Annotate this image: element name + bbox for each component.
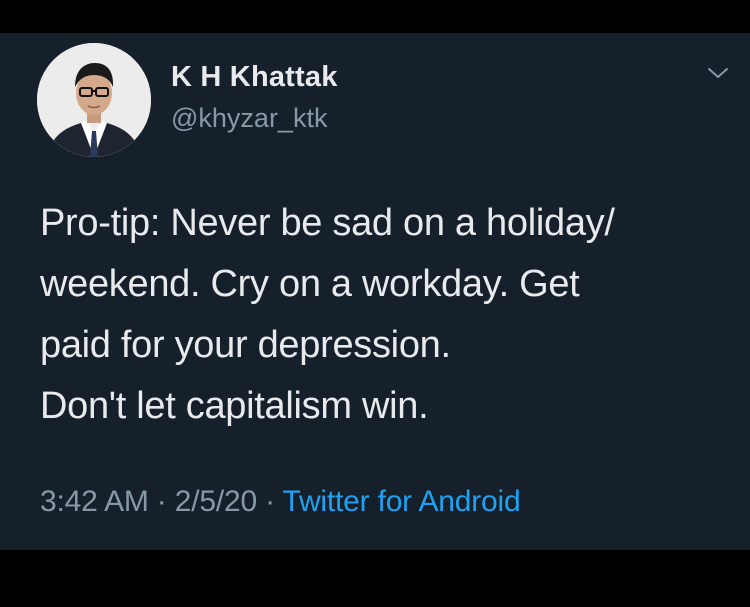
tweet-text-line: Don't let capitalism win. — [40, 385, 429, 427]
chevron-down-icon[interactable] — [704, 63, 732, 83]
tweet-card: K H Khattak @khyzar_ktk Pro-tip: Never b… — [0, 33, 750, 550]
screenshot-frame: K H Khattak @khyzar_ktk Pro-tip: Never b… — [0, 0, 750, 607]
tweet-text-line: Pro-tip: Never be sad on a holiday/ — [40, 202, 615, 244]
profile-photo-icon — [37, 43, 151, 157]
meta-separator: · — [256, 485, 283, 518]
tweet-time[interactable]: 3:42 AM — [40, 485, 149, 518]
tweet-text-line: paid for your depression. — [40, 324, 451, 366]
author-display-name[interactable]: K H Khattak — [171, 61, 338, 94]
tweet-source-link[interactable]: Twitter for Android — [282, 485, 520, 518]
tweet-metadata: 3:42 AM · 2/5/20 · Twitter for Android — [40, 485, 521, 519]
meta-separator: · — [148, 485, 175, 518]
tweet-text-line: weekend. Cry on a workday. Get — [40, 263, 580, 305]
tweet-date[interactable]: 2/5/20 — [175, 485, 257, 518]
author-handle[interactable]: @khyzar_ktk — [171, 103, 327, 134]
avatar[interactable] — [37, 43, 151, 157]
tweet-text: Pro-tip: Never be sad on a holiday/ week… — [40, 193, 730, 437]
